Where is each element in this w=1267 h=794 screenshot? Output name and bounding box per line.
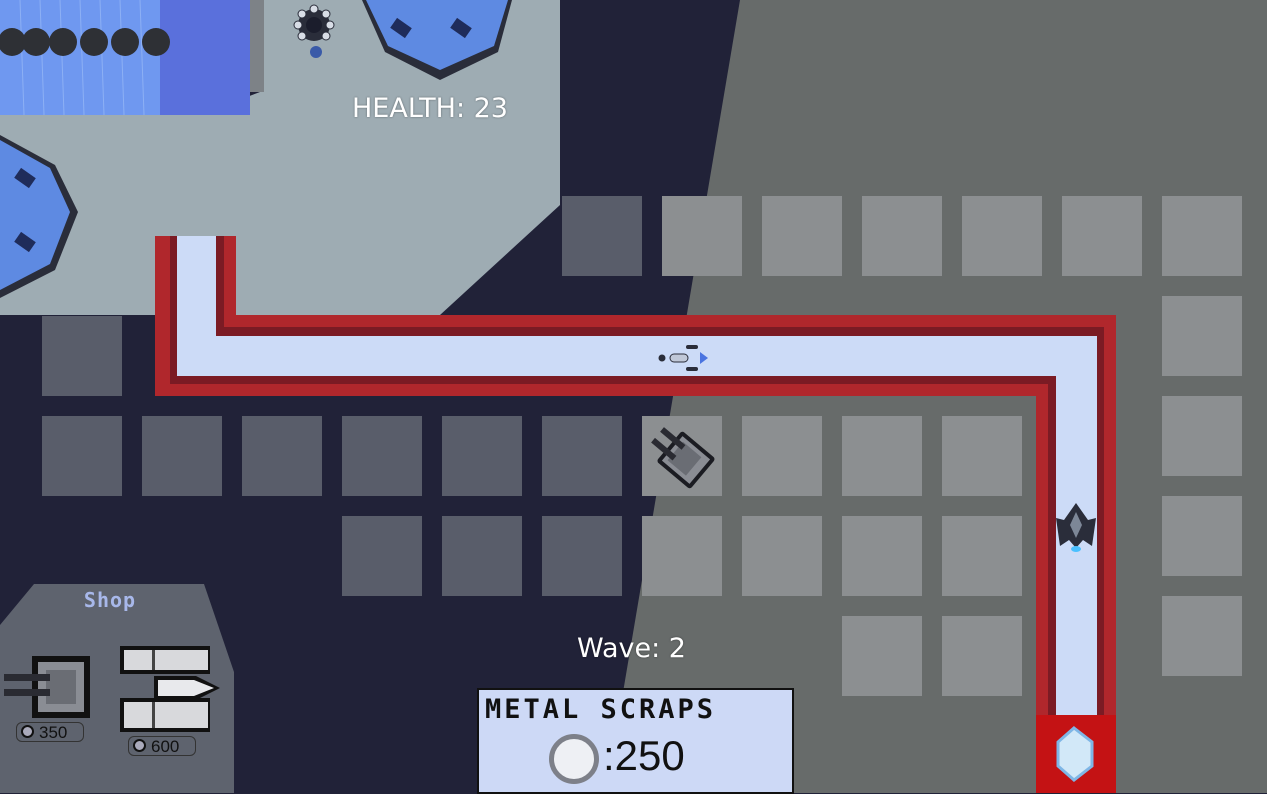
build-slot[interactable] [1162,196,1242,276]
price-badge: 600 [128,736,196,756]
build-slot[interactable] [1062,196,1142,276]
build-slot[interactable] [842,416,922,496]
build-slot[interactable] [962,196,1042,276]
build-slot[interactable] [442,416,522,496]
hangar-panel-light [0,0,160,115]
scrap-coin-icon [21,725,34,738]
build-slot[interactable] [862,196,942,276]
shop-title: Shop [83,588,137,612]
build-slot[interactable] [742,416,822,496]
health-label: HEALTH: 23 [352,93,508,124]
metal-scraps-value: :250 [603,732,685,779]
build-slot[interactable] [942,516,1022,596]
build-slot[interactable] [642,516,722,596]
build-slot[interactable] [342,416,422,496]
build-slot[interactable] [842,616,922,696]
metal-scraps-title: METAL SCRAPS [485,694,717,725]
scrap-coin-icon [133,739,146,752]
build-slot[interactable] [1162,496,1242,576]
build-slot[interactable] [42,316,122,396]
build-slot[interactable] [942,416,1022,496]
price-value: 600 [151,737,180,756]
wave-label: Wave: 2 [577,633,686,664]
build-slot[interactable] [542,516,622,596]
build-slot[interactable] [562,196,642,276]
build-slot[interactable] [1162,296,1242,376]
scrap-coin-icon [549,734,599,784]
build-slot[interactable] [842,516,922,596]
build-slot[interactable] [742,516,822,596]
hangar-divider [250,0,264,92]
build-slot[interactable] [342,516,422,596]
build-slot[interactable] [142,416,222,496]
build-slot[interactable] [542,416,622,496]
build-slot[interactable] [1162,596,1242,676]
build-slot[interactable] [762,196,842,276]
build-slot[interactable] [942,616,1022,696]
metal-scraps-panel: METAL SCRAPS :250 [477,688,794,794]
build-slot[interactable] [442,516,522,596]
price-value: 350 [39,723,68,742]
price-badge: 350 [16,722,84,742]
build-slot[interactable] [42,416,122,496]
build-slot[interactable] [662,196,742,276]
build-slot[interactable] [242,416,322,496]
build-slot[interactable] [1162,396,1242,476]
